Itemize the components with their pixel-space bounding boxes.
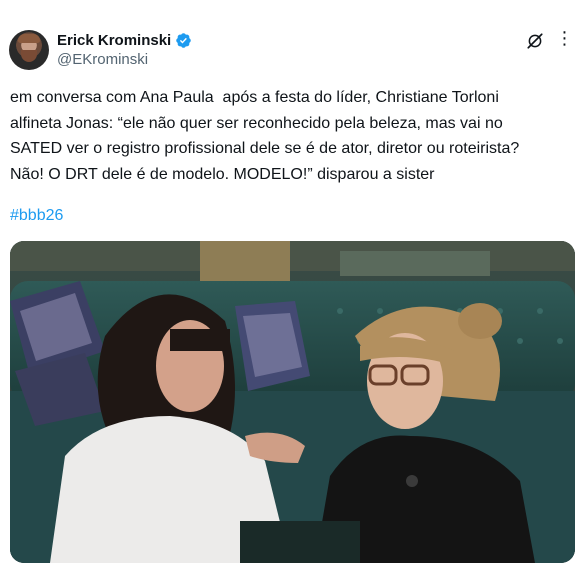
more-icon[interactable]: ⋮ [554, 29, 574, 50]
avatar-beard [21, 50, 37, 62]
tweet-text: em conversa com Ana Paula após a festa d… [10, 89, 520, 183]
user-handle[interactable]: @EKrominski [57, 51, 148, 68]
verified-badge-icon [175, 32, 192, 49]
hashtag-link[interactable]: #bbb26 [10, 204, 63, 228]
name-row: Erick Krominski [57, 30, 192, 50]
avatar-hair [18, 34, 40, 43]
grok-icon[interactable] [526, 32, 544, 50]
tweet-photo[interactable] [10, 241, 575, 563]
avatar[interactable] [9, 30, 49, 70]
display-name[interactable]: Erick Krominski [57, 32, 171, 49]
tweet-header: Erick Krominski @EKrominski ⋮ [9, 29, 574, 72]
